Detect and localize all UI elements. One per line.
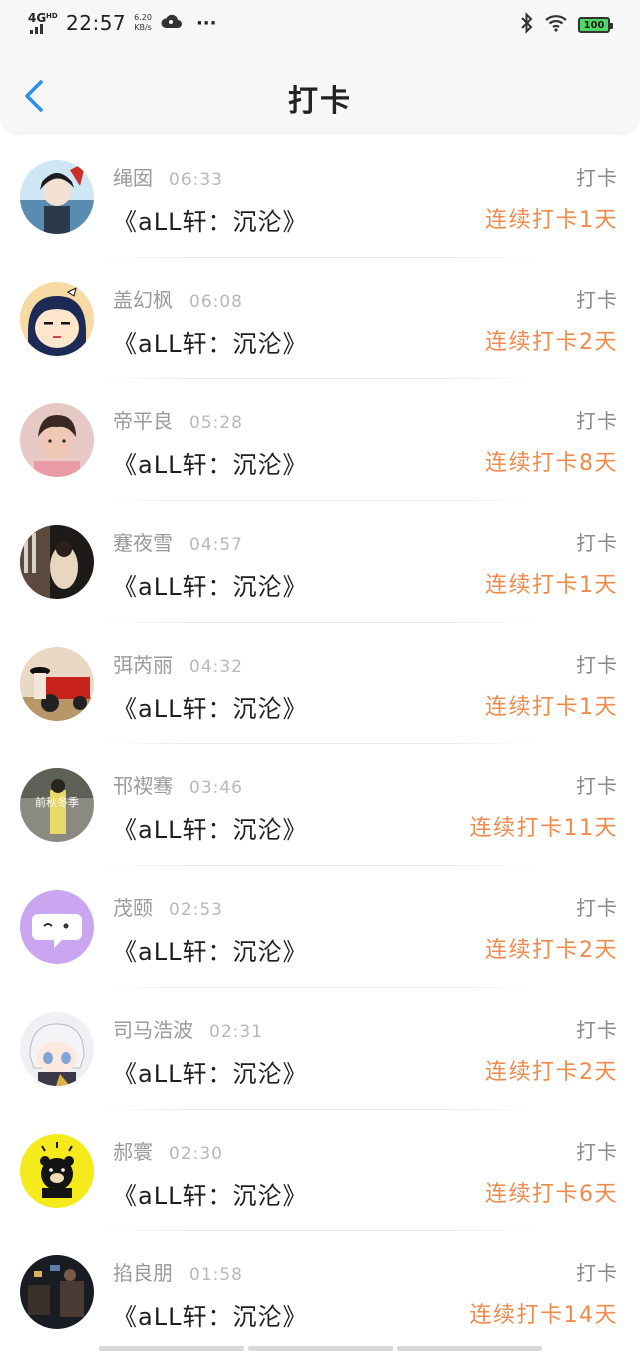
book-title: 《aLL轩：沉沦》 bbox=[113, 938, 308, 967]
book-title: 《aLL轩：沉沦》 bbox=[113, 694, 308, 723]
checkin-button[interactable]: 打卡 bbox=[576, 892, 618, 921]
checkin-button[interactable]: 打卡 bbox=[576, 649, 618, 678]
status-right: 100 bbox=[520, 12, 613, 38]
streak-label: 连续打卡2天 bbox=[485, 938, 618, 964]
user-name: 掐良朋 01:58 bbox=[113, 1261, 243, 1286]
status-bar: 4G HD 22:57 6.20 KB/s ··· 100 bbox=[0, 0, 640, 50]
user-name: 盖幻枫 06:08 bbox=[113, 287, 243, 312]
user-name: 蹇夜雪 04:57 bbox=[113, 531, 243, 556]
nav-bar: 打卡 bbox=[0, 50, 640, 132]
streak-label: 连续打卡1天 bbox=[485, 573, 618, 599]
chat-bubble-avatar[interactable] bbox=[20, 890, 94, 965]
checkin-time: 02:53 bbox=[169, 900, 223, 921]
more-dots-icon: ··· bbox=[195, 12, 217, 34]
book-title: 《aLL轩：沉沦》 bbox=[113, 451, 308, 480]
home-indicator bbox=[0, 1346, 640, 1351]
list-item[interactable]: 绳囡 06:33 《aLL轩：沉沦》 打卡 连续打卡1天 bbox=[0, 136, 640, 258]
yellow-bear-avatar[interactable] bbox=[20, 1133, 94, 1208]
streak-label: 连续打卡2天 bbox=[485, 329, 618, 355]
checkin-button[interactable]: 打卡 bbox=[576, 1257, 618, 1286]
boy-photo-avatar[interactable] bbox=[20, 403, 94, 478]
night-photo-avatar[interactable] bbox=[20, 1255, 94, 1330]
network-hd: HD bbox=[46, 12, 58, 20]
network-speed: 6.20 KB/s bbox=[134, 13, 152, 33]
list-item[interactable]: 帝平良 05:28 《aLL轩：沉沦》 打卡 连续打卡8天 bbox=[0, 379, 640, 502]
dark-photo-avatar[interactable] bbox=[20, 525, 94, 600]
checkin-button[interactable]: 打卡 bbox=[576, 770, 618, 799]
streak-label: 连续打卡1天 bbox=[485, 694, 618, 720]
checkin-time: 04:57 bbox=[189, 535, 243, 556]
checkin-time: 04:32 bbox=[189, 656, 243, 677]
streak-label: 连续打卡2天 bbox=[485, 1059, 618, 1085]
list-item[interactable]: 郝寰 02:30 《aLL轩：沉沦》 打卡 连续打卡6天 bbox=[0, 1110, 640, 1232]
status-left: 4G HD 22:57 6.20 KB/s ··· bbox=[28, 10, 216, 36]
checkin-button[interactable]: 打卡 bbox=[576, 284, 618, 313]
network-type: 4G bbox=[28, 11, 47, 25]
user-name: 茂颐 02:53 bbox=[113, 896, 223, 921]
signal-bars-icon bbox=[30, 24, 43, 34]
list-item[interactable]: 司马浩波 02:31 《aLL轩：沉沦》 打卡 连续打卡2天 bbox=[0, 988, 640, 1110]
checkin-time: 05:28 bbox=[189, 413, 243, 434]
checkin-time: 01:58 bbox=[189, 1265, 243, 1286]
user-name: 司马浩波 02:31 bbox=[113, 1017, 263, 1042]
book-title: 《aLL轩：沉沦》 bbox=[113, 573, 308, 602]
battery-icon: 100 bbox=[578, 17, 613, 33]
winter-photo-avatar[interactable]: 前秋冬季 bbox=[20, 768, 94, 843]
streak-label: 连续打卡11天 bbox=[469, 816, 618, 842]
checkin-time: 02:30 bbox=[169, 1143, 223, 1164]
list-item[interactable]: 盖幻枫 06:08 《aLL轩：沉沦》 打卡 连续打卡2天 bbox=[0, 258, 640, 380]
status-time: 22:57 bbox=[66, 11, 127, 35]
wifi-icon bbox=[544, 14, 568, 36]
user-name: 郝寰 02:30 bbox=[113, 1139, 223, 1164]
checkin-list: 绳囡 06:33 《aLL轩：沉沦》 打卡 连续打卡1天 盖幻枫 06:08 《aL… bbox=[0, 136, 640, 1353]
cartoon-girl-avatar[interactable] bbox=[20, 281, 94, 356]
battery-level: 100 bbox=[583, 19, 605, 31]
book-title: 《aLL轩：沉沦》 bbox=[113, 816, 308, 845]
user-name: 邗禊骞 03:46 bbox=[113, 774, 243, 799]
speed-value: 6.20 bbox=[134, 13, 152, 22]
list-item[interactable]: 蹇夜雪 04:57 《aLL轩：沉沦》 打卡 连续打卡1天 bbox=[0, 501, 640, 623]
checkin-time: 02:31 bbox=[209, 1021, 263, 1042]
book-title: 《aLL轩：沉沦》 bbox=[113, 208, 308, 236]
book-title: 《aLL轩：沉沦》 bbox=[113, 1181, 308, 1210]
list-item[interactable]: 掐良朋 01:58 《aLL轩：沉沦》 打卡 连续打卡14天 bbox=[0, 1231, 640, 1353]
streak-label: 连续打卡14天 bbox=[469, 1303, 618, 1329]
user-name: 帝平良 05:28 bbox=[113, 409, 243, 434]
cloud-icon bbox=[160, 12, 184, 34]
checkin-time: 06:08 bbox=[189, 291, 243, 312]
anime-boy-avatar[interactable] bbox=[20, 160, 94, 234]
checkin-button[interactable]: 打卡 bbox=[576, 405, 618, 434]
speed-unit: KB/s bbox=[134, 23, 152, 32]
streak-label: 连续打卡6天 bbox=[485, 1181, 618, 1207]
streak-label: 连续打卡1天 bbox=[485, 208, 618, 233]
checkin-button[interactable]: 打卡 bbox=[576, 1136, 618, 1165]
checkin-button[interactable]: 打卡 bbox=[576, 527, 618, 556]
list-item[interactable]: 前秋冬季 邗禊骞 03:46 《aLL轩：沉沦》 打卡 连续打卡11天 bbox=[0, 744, 640, 867]
book-title: 《aLL轩：沉沦》 bbox=[113, 1059, 308, 1088]
list-item[interactable]: 茂颐 02:53 《aLL轩：沉沦》 打卡 连续打卡2天 bbox=[0, 866, 640, 988]
checkin-button[interactable]: 打卡 bbox=[576, 1014, 618, 1043]
user-name: 弭芮丽 04:32 bbox=[113, 652, 243, 677]
book-title: 《aLL轩：沉沦》 bbox=[113, 1303, 308, 1332]
user-name: 绳囡 06:33 bbox=[113, 166, 223, 190]
streak-label: 连续打卡8天 bbox=[485, 451, 618, 477]
signal-indicator: 4G HD bbox=[28, 10, 58, 36]
bluetooth-icon bbox=[520, 12, 534, 38]
page-title: 打卡 bbox=[288, 84, 352, 119]
avatar-caption: 前秋冬季 bbox=[35, 795, 79, 809]
checkin-button[interactable]: 打卡 bbox=[576, 162, 618, 191]
checkin-time: 03:46 bbox=[189, 778, 243, 799]
checkin-time: 06:33 bbox=[169, 170, 223, 190]
list-item[interactable]: 弭芮丽 04:32 《aLL轩：沉沦》 打卡 连续打卡1天 bbox=[0, 623, 640, 745]
book-title: 《aLL轩：沉沦》 bbox=[113, 329, 308, 358]
red-tractor-avatar[interactable] bbox=[20, 646, 94, 721]
anime-chibi-avatar[interactable] bbox=[20, 1011, 94, 1086]
